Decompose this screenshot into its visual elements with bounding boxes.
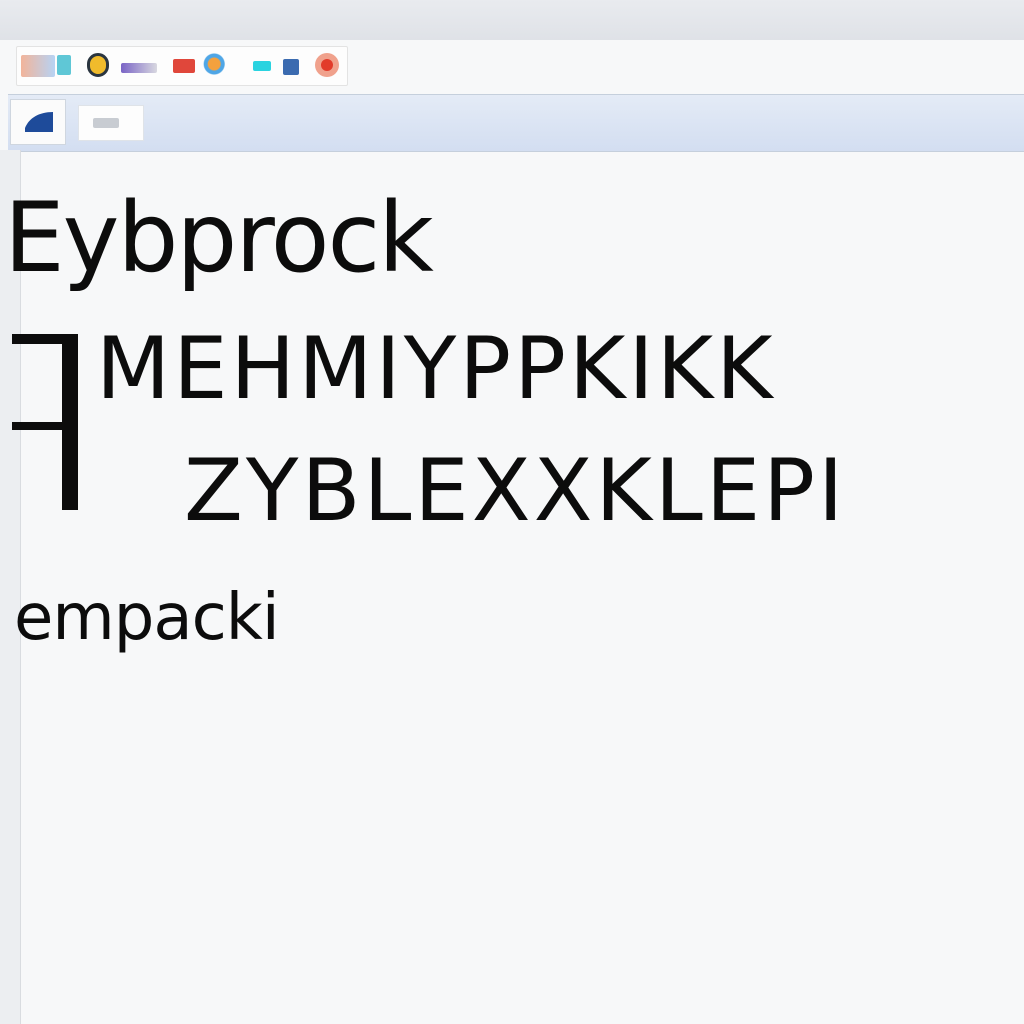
emoji-icon[interactable] [87,53,109,77]
text-line-2: ZYBLEXXKLEPI [184,441,847,541]
page-heading: Eybprock [4,182,434,294]
palette-icon[interactable] [121,63,157,73]
navigation-bar [8,94,1024,152]
title-bar [0,0,1024,40]
text-line-1: MEHMIYPPKIKK [96,319,776,419]
image-icon[interactable] [173,59,195,73]
back-button[interactable] [10,99,66,145]
toolbar [16,46,348,86]
back-icon [25,112,53,132]
tool-icon[interactable] [57,55,71,75]
text-word: empacki [14,581,280,655]
shape-icon[interactable] [283,59,299,75]
app-window: Eybprock MEHMIYPPKIKK ZYBLEXXKLEPI empac… [0,0,1024,1024]
color-wheel-icon[interactable] [203,53,231,75]
highlight-icon[interactable] [253,61,271,71]
bracket-glyph [12,334,78,510]
document-content: Eybprock MEHMIYPPKIKK ZYBLEXXKLEPI empac… [0,150,1024,1024]
page-tab[interactable] [78,105,144,141]
record-icon[interactable] [315,53,339,77]
app-icon[interactable] [21,55,55,77]
